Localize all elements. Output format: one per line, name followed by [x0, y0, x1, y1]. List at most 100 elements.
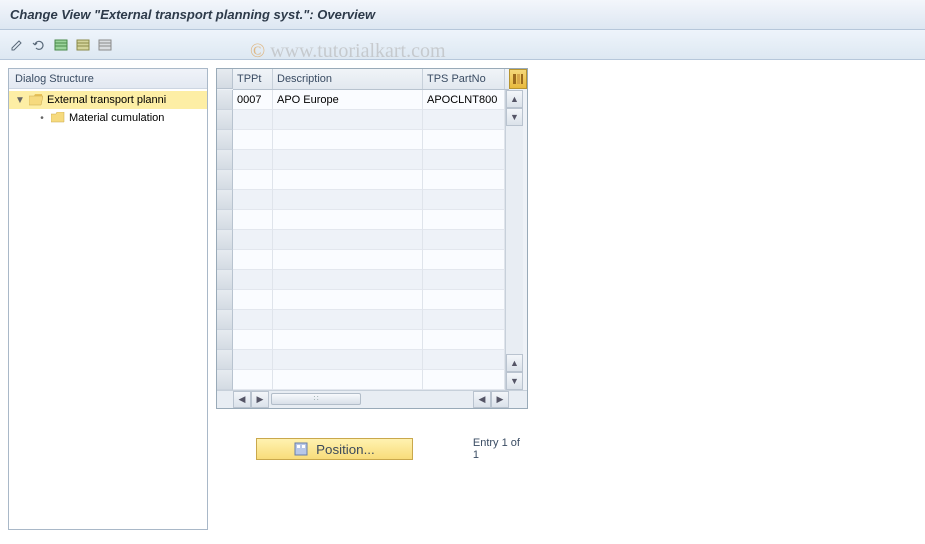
- row-header[interactable]: [217, 110, 233, 130]
- cell-part[interactable]: [423, 230, 505, 250]
- row-header[interactable]: [217, 190, 233, 210]
- table-row[interactable]: [233, 330, 505, 350]
- table-row[interactable]: [233, 150, 505, 170]
- delete-button[interactable]: [96, 36, 114, 54]
- scroll-right-button[interactable]: ▶: [491, 391, 509, 408]
- cell-desc[interactable]: [273, 250, 423, 270]
- hscroll-thumb[interactable]: ∷: [271, 393, 361, 405]
- col-header-tps-partno[interactable]: TPS PartNo: [423, 69, 505, 89]
- scroll-right-inner-button[interactable]: ▶: [251, 391, 269, 408]
- scroll-down-button[interactable]: ▼: [506, 108, 523, 126]
- table-row[interactable]: [233, 190, 505, 210]
- table-row[interactable]: [233, 350, 505, 370]
- hscroll-track[interactable]: ∷: [269, 391, 473, 408]
- cell-part[interactable]: [423, 310, 505, 330]
- table-row[interactable]: [233, 130, 505, 150]
- row-header[interactable]: [217, 350, 233, 370]
- position-button[interactable]: Position...: [256, 438, 413, 460]
- cell-desc[interactable]: [273, 350, 423, 370]
- cell-tppt[interactable]: 0007: [233, 90, 273, 110]
- table-row[interactable]: [233, 110, 505, 130]
- cell-part[interactable]: [423, 170, 505, 190]
- horizontal-scrollbar[interactable]: ◀ ▶ ∷ ◀ ▶: [217, 390, 527, 408]
- cell-part[interactable]: [423, 290, 505, 310]
- cell-tppt[interactable]: [233, 150, 273, 170]
- cell-tppt[interactable]: [233, 370, 273, 390]
- table-row[interactable]: [233, 290, 505, 310]
- cell-part[interactable]: [423, 110, 505, 130]
- tree-item-external-transport[interactable]: ▼ External transport planni: [9, 91, 207, 109]
- table-row[interactable]: [233, 250, 505, 270]
- cell-desc[interactable]: [273, 370, 423, 390]
- cell-tppt[interactable]: [233, 350, 273, 370]
- cell-tppt[interactable]: [233, 190, 273, 210]
- vertical-scrollbar[interactable]: ▲ ▼ ▲ ▼: [505, 90, 523, 390]
- col-header-description[interactable]: Description: [273, 69, 423, 89]
- cell-part[interactable]: [423, 150, 505, 170]
- table-row[interactable]: [233, 230, 505, 250]
- cell-desc[interactable]: [273, 210, 423, 230]
- table-row[interactable]: [233, 310, 505, 330]
- cell-desc[interactable]: [273, 310, 423, 330]
- scroll-up-button[interactable]: ▲: [506, 90, 523, 108]
- toggle-display-button[interactable]: [8, 36, 26, 54]
- cell-tppt[interactable]: [233, 210, 273, 230]
- row-header[interactable]: [217, 290, 233, 310]
- cell-part[interactable]: APOCLNT800: [423, 90, 505, 110]
- cell-tppt[interactable]: [233, 290, 273, 310]
- grid-corner[interactable]: [217, 69, 233, 89]
- row-header[interactable]: [217, 210, 233, 230]
- cell-part[interactable]: [423, 250, 505, 270]
- caret-down-icon[interactable]: ▼: [15, 95, 25, 105]
- cell-part[interactable]: [423, 350, 505, 370]
- cell-desc[interactable]: APO Europe: [273, 90, 423, 110]
- row-header[interactable]: [217, 310, 233, 330]
- row-header[interactable]: [217, 170, 233, 190]
- cell-desc[interactable]: [273, 230, 423, 250]
- cell-part[interactable]: [423, 130, 505, 150]
- cell-desc[interactable]: [273, 270, 423, 290]
- cell-part[interactable]: [423, 190, 505, 210]
- new-entries-button[interactable]: [74, 36, 92, 54]
- cell-tppt[interactable]: [233, 130, 273, 150]
- cell-tppt[interactable]: [233, 110, 273, 130]
- row-header[interactable]: [217, 330, 233, 350]
- row-header[interactable]: [217, 250, 233, 270]
- cell-part[interactable]: [423, 210, 505, 230]
- cell-tppt[interactable]: [233, 270, 273, 290]
- cell-part[interactable]: [423, 330, 505, 350]
- row-header[interactable]: [217, 270, 233, 290]
- cell-desc[interactable]: [273, 110, 423, 130]
- cell-tppt[interactable]: [233, 330, 273, 350]
- table-row[interactable]: [233, 210, 505, 230]
- col-header-tppt[interactable]: TPPt: [233, 69, 273, 89]
- tree-item-material-cumulation[interactable]: • Material cumulation: [9, 109, 207, 127]
- table-row[interactable]: [233, 170, 505, 190]
- scroll-up-button-bottom[interactable]: ▲: [506, 354, 523, 372]
- cell-tppt[interactable]: [233, 230, 273, 250]
- cell-desc[interactable]: [273, 190, 423, 210]
- cell-part[interactable]: [423, 370, 505, 390]
- cell-desc[interactable]: [273, 330, 423, 350]
- row-header[interactable]: [217, 130, 233, 150]
- row-header[interactable]: [217, 230, 233, 250]
- select-all-button[interactable]: [52, 36, 70, 54]
- table-row[interactable]: [233, 270, 505, 290]
- table-row[interactable]: 0007APO EuropeAPOCLNT800: [233, 90, 505, 110]
- cell-desc[interactable]: [273, 130, 423, 150]
- scroll-left-inner-button[interactable]: ◀: [473, 391, 491, 408]
- row-header[interactable]: [217, 150, 233, 170]
- cell-desc[interactable]: [273, 170, 423, 190]
- scroll-down-button-bottom[interactable]: ▼: [506, 372, 523, 390]
- row-header[interactable]: [217, 370, 233, 390]
- undo-button[interactable]: [30, 36, 48, 54]
- row-header[interactable]: [217, 90, 233, 110]
- cell-tppt[interactable]: [233, 310, 273, 330]
- scroll-track[interactable]: [506, 126, 523, 354]
- configure-columns-button[interactable]: [509, 69, 527, 89]
- table-row[interactable]: [233, 370, 505, 390]
- cell-desc[interactable]: [273, 290, 423, 310]
- scroll-left-button[interactable]: ◀: [233, 391, 251, 408]
- cell-desc[interactable]: [273, 150, 423, 170]
- cell-tppt[interactable]: [233, 170, 273, 190]
